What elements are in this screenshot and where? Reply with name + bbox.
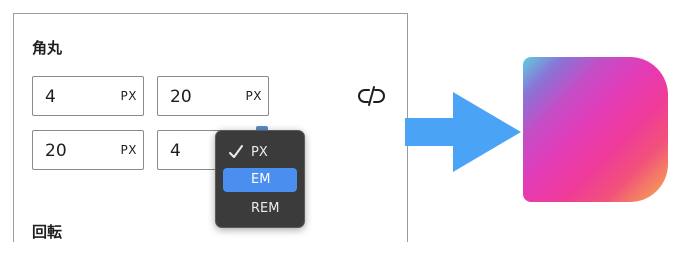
top-right-radius-unit[interactable]: PX [246,89,262,103]
top-left-radius-value[interactable]: 4 [45,87,56,107]
bottom-left-radius-unit[interactable]: PX [121,143,137,157]
bottom-right-radius-value[interactable]: 4 [170,141,181,161]
bottom-left-radius-field[interactable]: 20 PX [32,130,144,170]
rounded-gradient-preview [523,57,668,202]
right-arrow-icon [405,92,523,172]
corner-radius-heading: 角丸 [32,39,63,57]
unit-option-label: PX [251,145,268,160]
corner-radius-panel [13,13,408,243]
top-left-radius-unit[interactable]: PX [121,89,137,103]
bottom-left-radius-value[interactable]: 20 [45,141,67,161]
unit-option-px[interactable]: PX [223,141,297,165]
unit-option-label: REM [251,201,280,216]
unit-option-label: EM [251,172,271,187]
unit-option-em[interactable]: EM [223,168,297,192]
unlink-icon[interactable] [357,84,387,108]
panel-cutoff [13,242,409,264]
top-left-radius-field[interactable]: 4 PX [32,76,144,116]
unit-dropdown-menu: PX EM REM [215,130,305,228]
stage: 角丸 4 PX 20 PX 20 PX 4 回転 PX EM REM [0,0,680,264]
top-right-radius-value[interactable]: 20 [170,87,192,107]
checkmark-icon [228,144,244,160]
unit-option-rem[interactable]: REM [223,197,297,221]
top-right-radius-field[interactable]: 20 PX [157,76,269,116]
rotation-heading: 回転 [32,223,63,241]
